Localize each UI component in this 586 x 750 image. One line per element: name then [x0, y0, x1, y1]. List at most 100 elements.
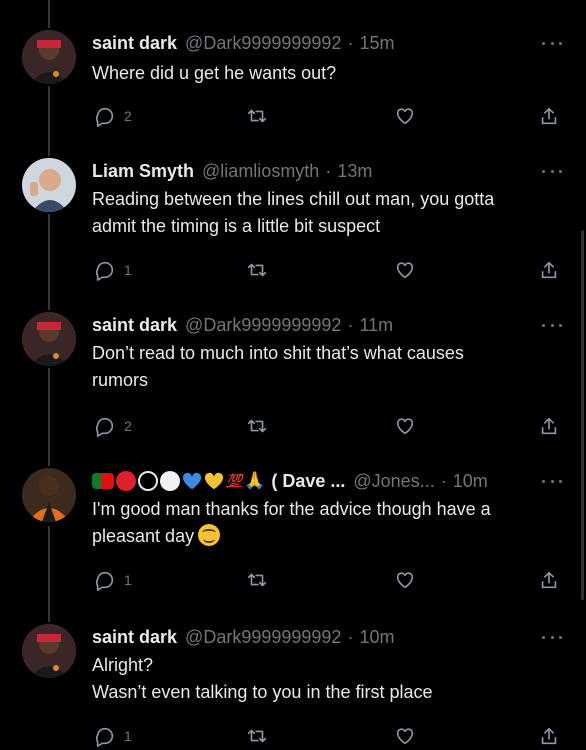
- hundred-points-icon: 💯: [226, 473, 243, 488]
- retweet-button[interactable]: [246, 724, 268, 748]
- retweet-icon: [247, 729, 267, 743]
- folded-hands-icon: 🙏: [244, 471, 266, 490]
- display-name[interactable]: saint dark: [92, 30, 177, 56]
- avatar[interactable]: [22, 158, 76, 212]
- like-button[interactable]: [394, 104, 416, 128]
- like-button[interactable]: [394, 724, 416, 748]
- tweet-header: Liam Smyth @liamliosmyth · 13m: [92, 158, 532, 184]
- tweet-header: saint dark @Dark9999999992 · 15m: [92, 30, 532, 56]
- share-icon: [541, 571, 557, 589]
- more-icon[interactable]: [542, 630, 562, 644]
- black-circle-icon: [138, 471, 158, 491]
- reply-button[interactable]: 1: [94, 568, 132, 592]
- heart-icon: [396, 728, 414, 745]
- retweet-icon: [247, 263, 267, 277]
- like-button[interactable]: [394, 414, 416, 438]
- display-name[interactable]: saint dark: [92, 624, 177, 650]
- retweet-button[interactable]: [246, 258, 268, 282]
- tweet[interactable]: saint dark @Dark9999999992 · 15m Where d…: [0, 30, 586, 136]
- reply-icon: [95, 417, 114, 437]
- reply-count: 2: [124, 418, 132, 434]
- timestamp[interactable]: 10m: [359, 624, 394, 650]
- reply-button[interactable]: 2: [94, 414, 132, 438]
- retweet-icon: [247, 419, 267, 433]
- yellow-heart-icon: [204, 472, 224, 490]
- reply-count: 1: [124, 262, 132, 278]
- separator: ·: [325, 161, 332, 181]
- tweet-line: Wasn’t even talking to you in the first …: [92, 682, 433, 702]
- tweet[interactable]: saint dark @Dark9999999992 · 11m Don’t r…: [0, 312, 586, 442]
- reply-count: 1: [124, 728, 132, 744]
- more-icon[interactable]: [542, 36, 562, 50]
- scrollbar[interactable]: [581, 230, 584, 600]
- avatar[interactable]: [22, 30, 76, 84]
- tweet[interactable]: saint dark @Dark9999999992 · 10m Alright…: [0, 624, 586, 750]
- tweet-line-with-emoji: pleasant day: [92, 523, 562, 550]
- action-bar: 1: [0, 258, 586, 284]
- user-handle[interactable]: @Dark9999999992: [185, 624, 341, 650]
- reply-icon: [95, 571, 114, 591]
- more-icon[interactable]: [542, 164, 562, 178]
- retweet-button[interactable]: [246, 414, 268, 438]
- share-icon: [541, 261, 557, 279]
- tweet[interactable]: 💯 🙏 ( Dave ... @Jones... · 10m I'm good …: [0, 468, 586, 598]
- tweet-header: 💯 🙏 ( Dave ... @Jones... · 10m: [92, 468, 532, 494]
- action-bar: 2: [0, 414, 586, 440]
- tweet-line: pleasant day: [92, 526, 195, 546]
- blue-heart-icon: [182, 472, 202, 490]
- reply-button[interactable]: 1: [94, 258, 132, 282]
- share-button[interactable]: [538, 414, 560, 438]
- user-handle[interactable]: @Dark9999999992: [185, 30, 341, 56]
- separator: ·: [440, 471, 447, 491]
- timestamp[interactable]: 15m: [359, 30, 394, 56]
- tweet[interactable]: Liam Smyth @liamliosmyth · 13m Reading b…: [0, 158, 586, 288]
- reply-icon: [95, 107, 114, 127]
- timestamp[interactable]: 11m: [359, 312, 393, 338]
- tweet-text: Where did u get he wants out?: [92, 60, 562, 87]
- retweet-icon: [247, 109, 267, 123]
- timestamp[interactable]: 10m: [453, 468, 488, 494]
- retweet-icon: [247, 573, 267, 587]
- name-emojis: 💯 🙏: [92, 468, 265, 494]
- timestamp[interactable]: 13m: [337, 158, 372, 184]
- separator: ·: [347, 33, 354, 53]
- like-button[interactable]: [394, 568, 416, 592]
- smiling-face-icon: [198, 524, 221, 546]
- red-circle-icon: [116, 471, 136, 491]
- share-button[interactable]: [538, 724, 560, 748]
- tweet-line: Reading between the lines chill out man,…: [92, 189, 495, 209]
- action-bar: 1: [0, 724, 586, 750]
- share-button[interactable]: [538, 258, 560, 282]
- user-handle[interactable]: @liamliosmyth: [202, 158, 319, 184]
- user-handle[interactable]: @Dark9999999992: [185, 312, 341, 338]
- avatar[interactable]: [22, 312, 76, 366]
- display-name[interactable]: ( Dave ...: [271, 468, 345, 494]
- tweet-text: Don’t read to much into shit that’s what…: [92, 340, 562, 394]
- share-icon: [541, 417, 557, 435]
- reply-button[interactable]: 2: [94, 104, 132, 128]
- heart-icon: [396, 572, 414, 589]
- tweet-text: I'm good man thanks for the advice thoug…: [92, 496, 562, 550]
- reply-button[interactable]: 1: [94, 724, 132, 748]
- share-button[interactable]: [538, 104, 560, 128]
- user-handle[interactable]: @Jones...: [353, 468, 434, 494]
- share-icon: [541, 727, 557, 745]
- tweet-line: Don’t read to much into shit that’s what…: [92, 343, 464, 363]
- share-button[interactable]: [538, 568, 560, 592]
- thread-line: [48, 0, 50, 28]
- more-icon[interactable]: [542, 474, 562, 488]
- avatar[interactable]: [22, 468, 76, 522]
- retweet-button[interactable]: [246, 104, 268, 128]
- more-icon[interactable]: [542, 318, 562, 332]
- heart-icon: [396, 262, 414, 279]
- retweet-button[interactable]: [246, 568, 268, 592]
- display-name[interactable]: Liam Smyth: [92, 158, 194, 184]
- heart-icon: [396, 418, 414, 435]
- white-circle-icon: [160, 471, 180, 491]
- like-button[interactable]: [394, 258, 416, 282]
- reply-count: 1: [124, 572, 132, 588]
- avatar[interactable]: [22, 624, 76, 678]
- tweet-header: saint dark @Dark9999999992 · 11m: [92, 312, 532, 338]
- tweet-line: rumors: [92, 370, 149, 390]
- display-name[interactable]: saint dark: [92, 312, 177, 338]
